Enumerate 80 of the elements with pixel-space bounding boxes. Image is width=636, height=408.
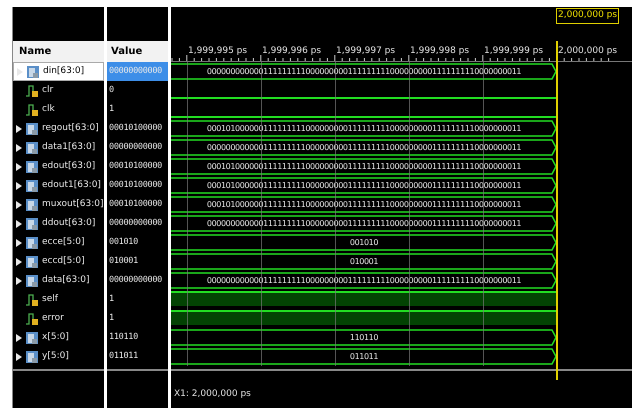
signal-value: 1	[108, 103, 114, 116]
signal-name[interactable]: self	[42, 292, 58, 306]
wave-value: 0001010000001111111110000000001111111110000000001111111110000000011	[206, 160, 522, 172]
bus-signal-icon	[25, 198, 39, 212]
expand-icon[interactable]	[16, 220, 22, 228]
signal-value: 010001	[108, 255, 138, 268]
bus-signal-icon	[25, 350, 39, 364]
bus-signal-icon	[25, 178, 39, 192]
bus-signal-icon	[25, 254, 39, 268]
signal-name[interactable]: y[5:0]	[42, 350, 69, 364]
expand-icon[interactable]	[16, 276, 22, 284]
wave-value: 0000000000001111111110000000001111111110000000001111111110000000011	[206, 218, 522, 230]
value-column-header[interactable]: Value	[107, 41, 168, 62]
signal-value: 1	[108, 312, 114, 325]
wave-value: 0001010000001111111110000000001111111110000000001111111110000000011	[206, 198, 522, 210]
bit-signal-icon	[25, 312, 39, 326]
signal-name[interactable]: clk	[42, 102, 55, 116]
bus-signal-icon	[26, 64, 40, 78]
signal-name[interactable]: clr	[42, 84, 54, 98]
signal-value: 00000000000	[108, 65, 162, 78]
wave-value: 0001010000001111111110000000001111111110000000001111111110000000011	[206, 180, 522, 192]
bus-signal-icon	[25, 122, 39, 136]
bus-signal-icon	[25, 140, 39, 154]
cursor-time-label: 2,000,000 ps	[556, 8, 620, 24]
wave-value: 0000000000001111111110000000001111111110000000001111111110000000011	[206, 142, 522, 154]
expand-icon[interactable]	[16, 144, 22, 152]
bus-signal-icon	[25, 160, 39, 174]
wave-value: 0000000000001111111110000000001111111110000000001111111110000000011	[206, 66, 522, 78]
signal-name[interactable]: error	[42, 312, 64, 326]
expand-icon[interactable]	[16, 182, 22, 190]
signal-value: 00000000000	[108, 217, 162, 230]
expand-icon[interactable]	[16, 258, 22, 266]
expand-icon[interactable]	[16, 124, 22, 132]
signal-value: 00000000000	[108, 274, 162, 287]
signal-value: 110110	[108, 331, 138, 344]
wave-value: 110110	[350, 332, 378, 344]
signal-name[interactable]: data[63:0]	[42, 274, 90, 288]
signal-name[interactable]: edout1[63:0]	[42, 178, 101, 192]
wave-value: 0001010000001111111110000000001111111110000000001111111110000000011	[206, 122, 522, 134]
signal-value: 1	[108, 293, 114, 306]
signal-name[interactable]: eccd[5:0]	[42, 254, 85, 268]
wave-value: 0000000000001111111110000000001111111110000000001111111110000000011	[206, 274, 522, 286]
time-tick-label: 1,999,998 ps	[410, 45, 470, 58]
time-tick-label: 2,000,000 ps	[558, 45, 618, 58]
signal-name[interactable]: data1[63:0]	[42, 140, 96, 154]
expand-icon[interactable]	[16, 352, 22, 360]
signal-value: 0	[108, 84, 114, 97]
expand-icon[interactable]	[16, 162, 22, 170]
signal-name[interactable]: regout[63:0]	[42, 122, 99, 136]
signal-value: 001010	[108, 236, 138, 249]
signal-name[interactable]: ecce[5:0]	[42, 236, 84, 250]
time-tick-label: 1,999,995 ps	[188, 45, 248, 58]
expand-icon[interactable]	[16, 238, 22, 246]
time-tick-label: 1,999,996 ps	[262, 45, 322, 58]
wave-value: 011011	[350, 350, 378, 362]
signal-name[interactable]: muxout[63:0]	[42, 198, 104, 212]
signal-value: 00010100000	[108, 198, 162, 211]
signal-name[interactable]: x[5:0]	[42, 330, 69, 344]
time-tick-label: 1,999,999 ps	[484, 45, 544, 58]
bus-signal-icon	[25, 216, 39, 230]
signal-name[interactable]: edout[63:0]	[42, 160, 96, 174]
signal-value: 00010100000	[108, 179, 162, 192]
signal-value: 00010100000	[108, 122, 162, 135]
bus-signal-icon	[25, 330, 39, 344]
wave-value: 010001	[350, 256, 378, 268]
name-column-header[interactable]: Name	[13, 41, 104, 62]
bit-signal-icon	[25, 102, 39, 116]
signal-value: 00000000000	[108, 141, 162, 154]
signal-name[interactable]: ddout[63:0]	[42, 216, 96, 230]
bit-signal-icon	[25, 84, 39, 98]
bus-signal-icon	[25, 274, 39, 288]
cursor-readout: X1: 2,000,000 ps	[174, 388, 251, 400]
time-tick-label: 1,999,997 ps	[336, 45, 396, 58]
signal-value: 00010100000	[108, 160, 162, 173]
expand-icon[interactable]	[16, 200, 22, 208]
wave-value: 001010	[350, 236, 378, 248]
bit-signal-icon	[25, 292, 39, 306]
signal-value: 011011	[108, 350, 138, 363]
expand-icon[interactable]	[16, 334, 22, 342]
bus-signal-icon	[25, 236, 39, 250]
